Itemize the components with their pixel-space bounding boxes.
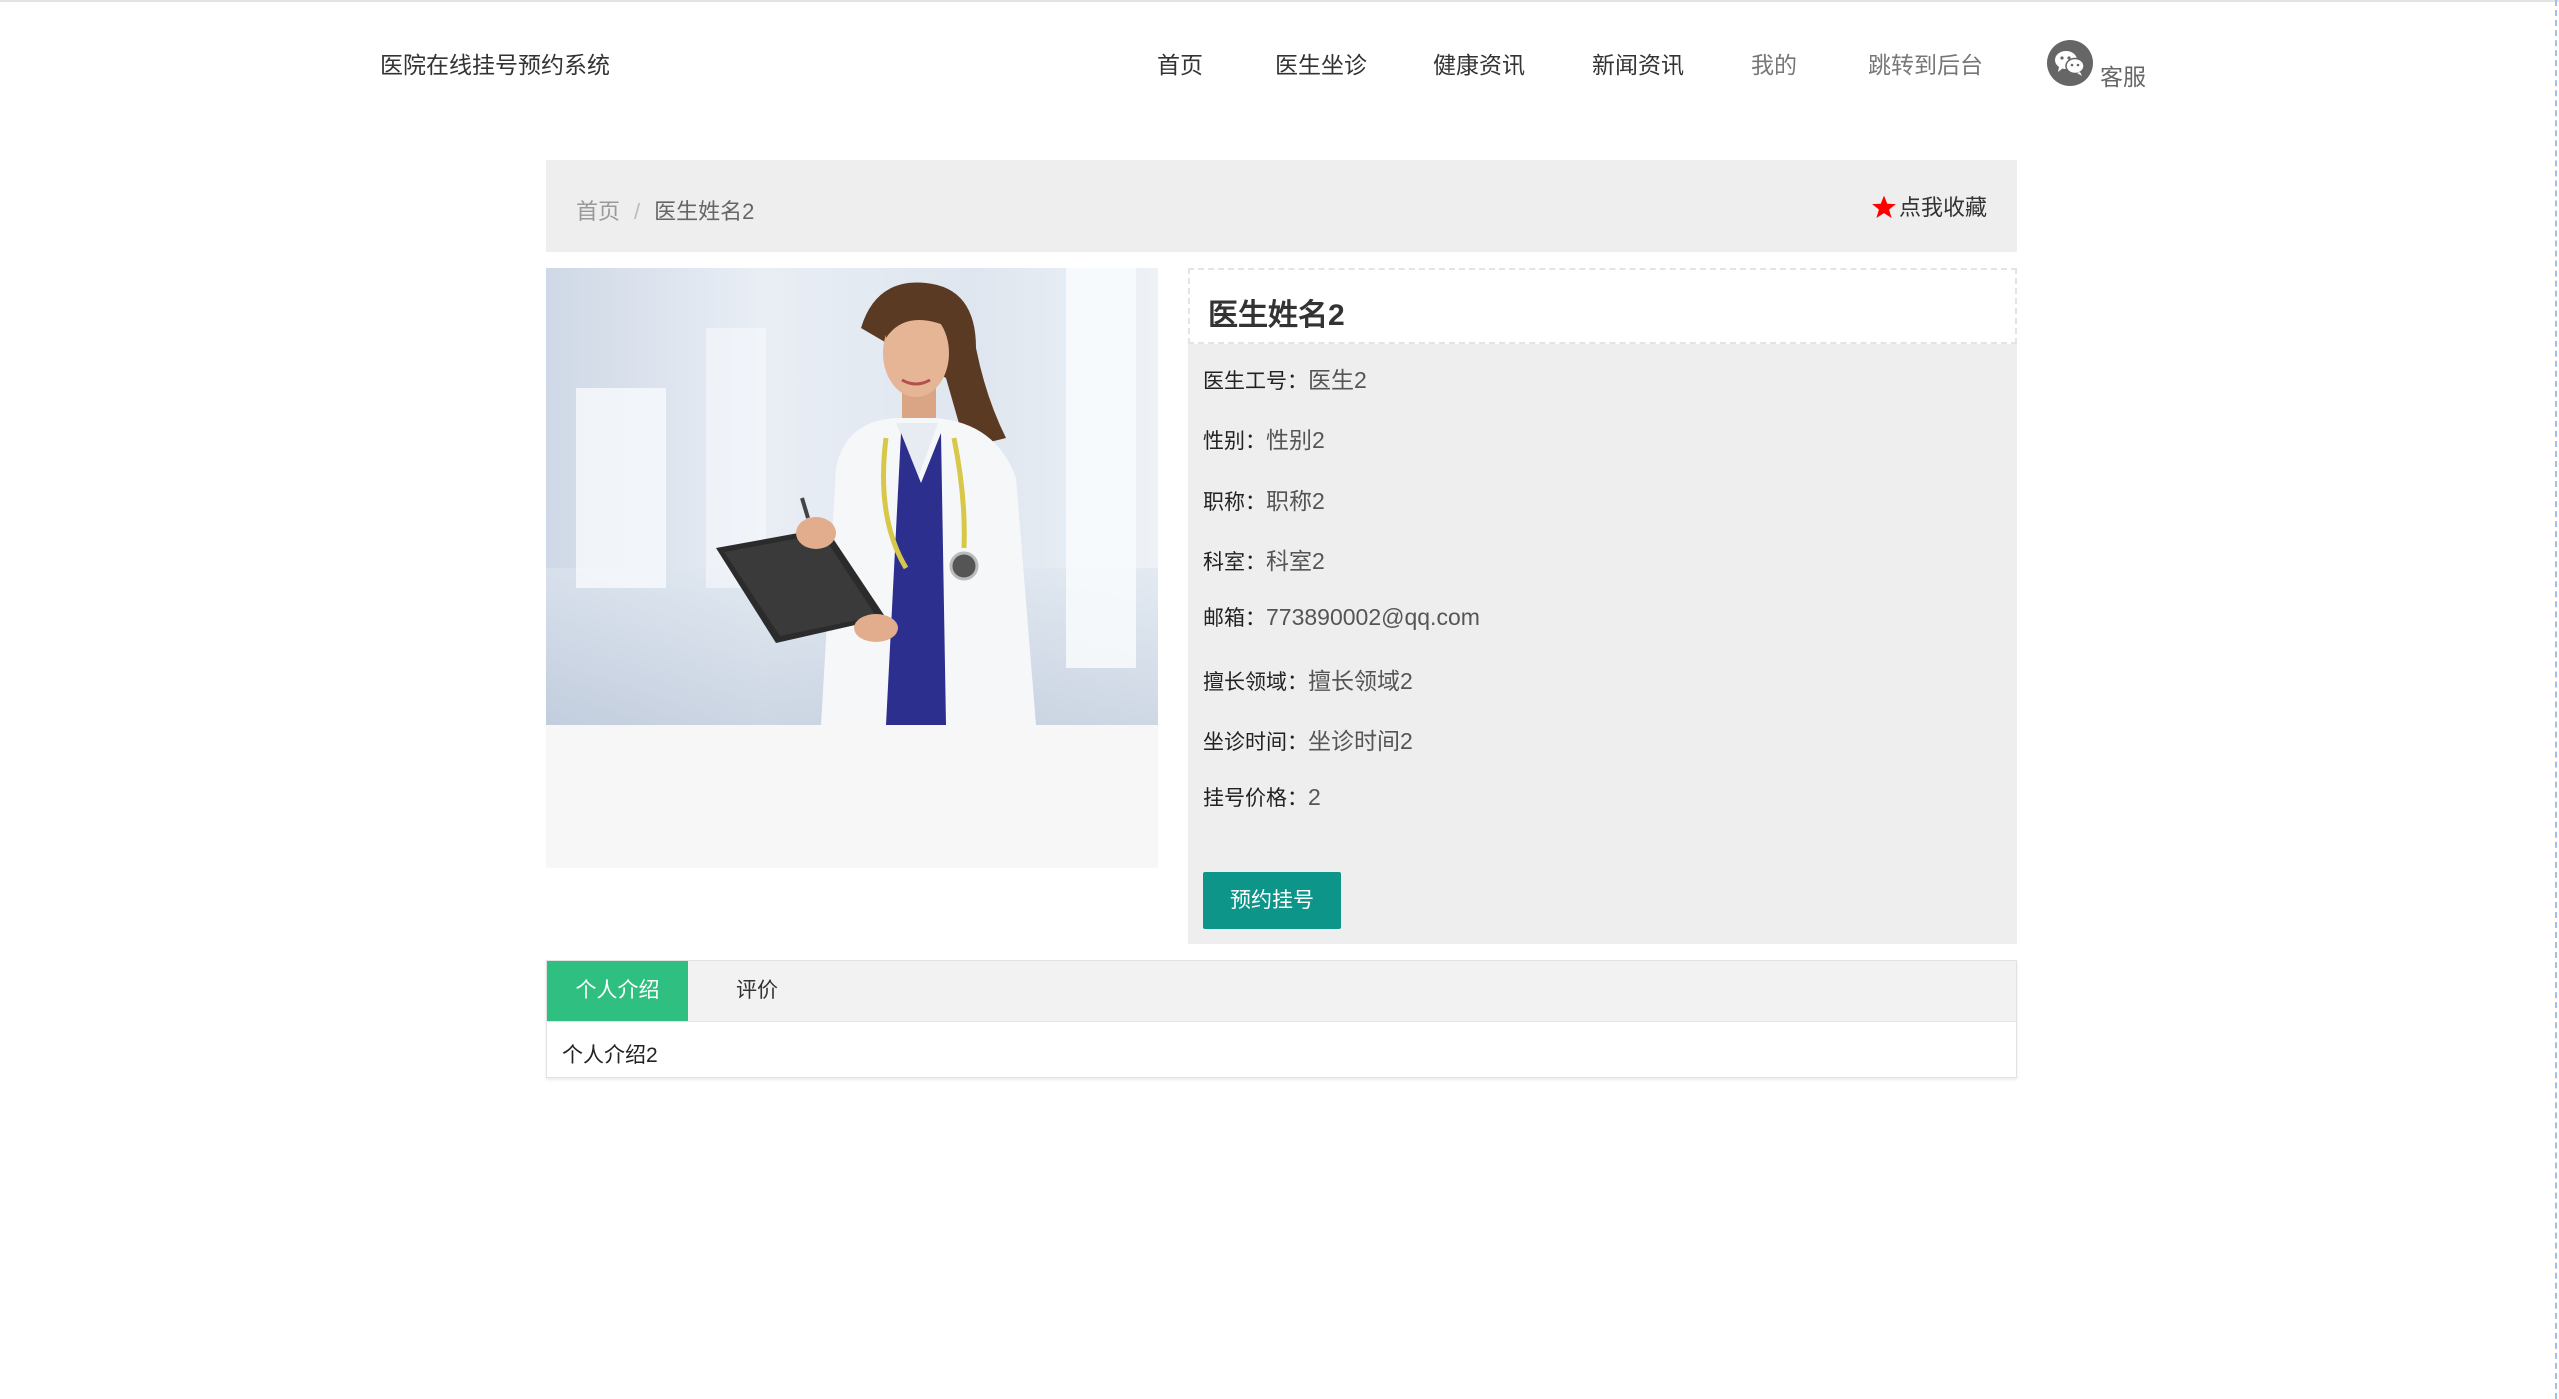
field-label: 医生工号： [1203,370,1308,393]
field-label: 挂号价格： [1203,787,1308,810]
tab-introduction[interactable]: 个人介绍 [547,961,688,1021]
field-value: 职称2 [1266,488,1325,514]
field-gender: 性别：性别2 [1203,421,1325,455]
field-label: 性别： [1203,430,1266,453]
field-price: 挂号价格：2 [1203,782,1321,812]
field-value: 科室2 [1266,548,1325,574]
breadcrumb-separator: / [634,199,641,224]
top-border [0,0,2559,2]
detail-tabs: 个人介绍 评价 个人介绍2 [546,960,2017,1078]
breadcrumb-current: 医生姓名2 [654,199,755,224]
nav-home[interactable]: 首页 [1157,46,1203,80]
field-value: 性别2 [1266,427,1325,453]
breadcrumb: 首页 / 医生姓名2 [576,194,754,226]
nav-health-info[interactable]: 健康资讯 [1433,46,1525,80]
introduction-content: 个人介绍2 [562,1044,658,1067]
wechat-icon[interactable] [2047,40,2093,86]
field-label: 擅长领域： [1203,671,1308,694]
field-specialty: 擅长领域：擅长领域2 [1203,662,1413,696]
nav-admin[interactable]: 跳转到后台 [1868,46,1983,80]
field-label: 邮箱： [1203,607,1266,630]
breadcrumb-bar: 首页 / 医生姓名2 点我收藏 [546,160,2017,252]
field-title: 职称：职称2 [1203,482,1325,516]
nav-mine[interactable]: 我的 [1751,46,1797,80]
field-value: 擅长领域2 [1308,668,1413,694]
right-guide-line [2555,0,2557,1399]
field-value: 医生2 [1308,367,1367,393]
doctor-name-header: 医生姓名2 [1188,268,2017,344]
field-value: 773890002@qq.com [1266,604,1480,630]
favorite-button[interactable]: 点我收藏 [1871,190,1987,222]
customer-service-link[interactable]: 客服 [2100,58,2146,92]
star-icon [1872,195,1896,219]
field-doctor-id: 医生工号：医生2 [1203,361,1367,395]
field-value: 2 [1308,784,1321,810]
field-value: 坐诊时间2 [1308,728,1413,754]
book-appointment-button[interactable]: 预约挂号 [1203,872,1341,929]
breadcrumb-home[interactable]: 首页 [576,199,620,224]
field-department: 科室：科室2 [1203,542,1325,576]
tab-reviews[interactable]: 评价 [688,961,826,1021]
doctor-photo [546,268,1158,725]
doctor-image-panel [546,268,1158,868]
field-label: 坐诊时间： [1203,731,1308,754]
main-nav: 首页 医生坐诊 健康资讯 新闻资讯 我的 跳转到后台 [0,46,2559,78]
favorite-label: 点我收藏 [1898,195,1987,220]
field-schedule: 坐诊时间：坐诊时间2 [1203,722,1413,756]
field-email: 邮箱：773890002@qq.com [1203,602,1480,632]
tab-bar: 个人介绍 评价 [547,961,2016,1022]
nav-news[interactable]: 新闻资讯 [1592,46,1684,80]
field-label: 科室： [1203,551,1266,574]
doctor-info-panel: 医生姓名2 医生工号：医生2 性别：性别2 职称：职称2 科室：科室2 邮箱：7… [1188,268,2017,944]
doctor-name: 医生姓名2 [1208,299,1345,332]
nav-doctors[interactable]: 医生坐诊 [1275,46,1367,80]
field-label: 职称： [1203,491,1266,514]
